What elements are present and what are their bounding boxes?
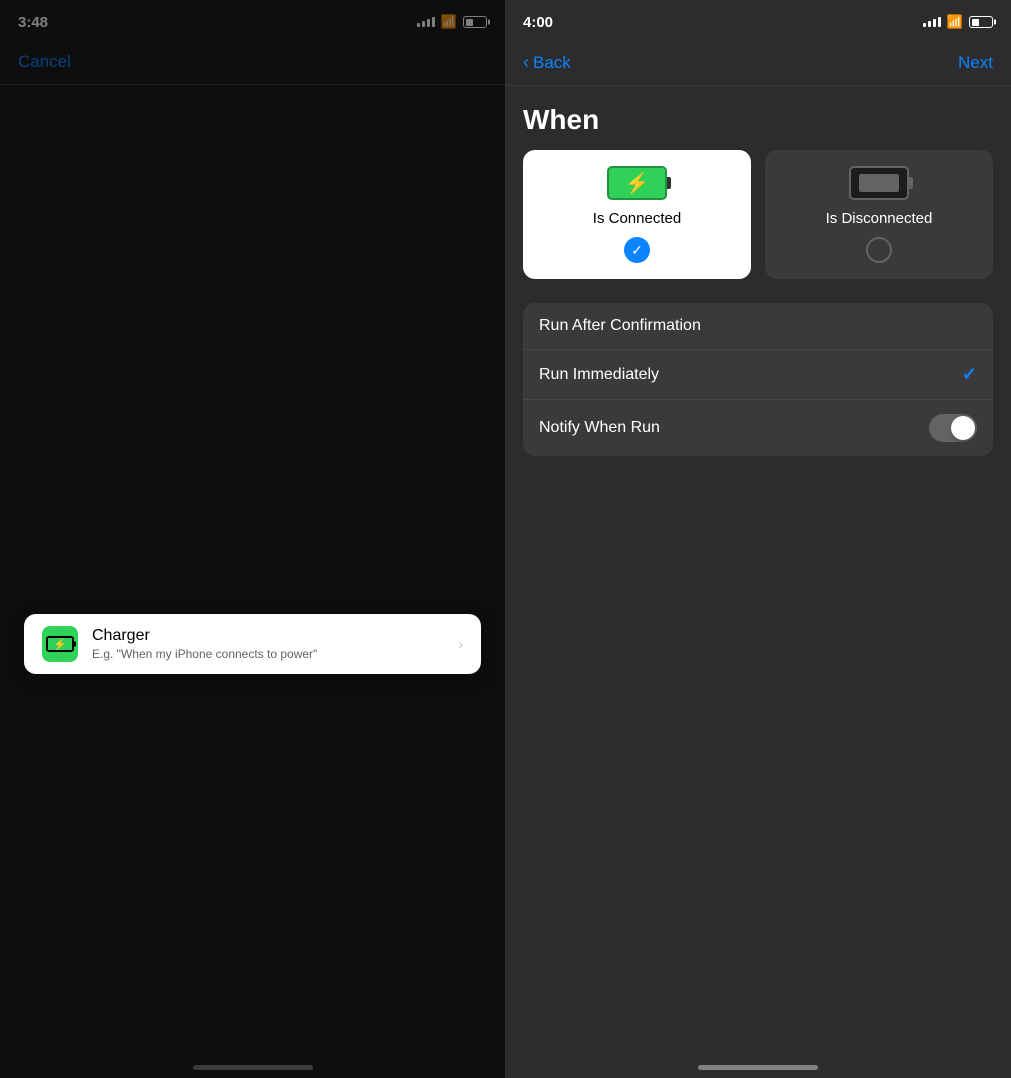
back-chevron-icon: ‹ <box>523 52 529 73</box>
right-header: ‹ Back Next <box>505 44 1011 86</box>
right-home-indicator <box>698 1065 818 1070</box>
charger-icon: ⚡ <box>42 626 78 662</box>
run-after-confirmation-row[interactable]: Run After Confirmation <box>523 303 993 350</box>
next-button[interactable]: Next <box>958 53 993 73</box>
right-battery-status-icon <box>969 16 993 28</box>
is-disconnected-label: Is Disconnected <box>826 210 933 227</box>
is-disconnected-option[interactable]: Is Disconnected <box>765 150 993 279</box>
when-title: When <box>505 86 1011 150</box>
charger-subtitle: E.g. "When my iPhone connects to power" <box>92 647 458 661</box>
charger-list-item[interactable]: ⚡ Charger E.g. "When my iPhone connects … <box>24 614 481 674</box>
notify-when-run-toggle[interactable] <box>929 414 977 442</box>
battery-options: ⚡ Is Connected ✓ Is Disconnected <box>505 150 1011 279</box>
charging-battery-icon: ⚡ <box>607 166 667 200</box>
dim-overlay <box>0 0 505 1078</box>
settings-section: Run After Confirmation Run Immediately ✓… <box>523 303 993 456</box>
run-immediately-label: Run Immediately <box>539 366 659 384</box>
back-button[interactable]: ‹ Back <box>523 52 571 73</box>
back-label: Back <box>533 53 571 73</box>
disconnected-battery-icon <box>849 166 909 200</box>
right-wifi-icon: 📶 <box>947 14 963 30</box>
charger-chevron: › <box>458 636 463 652</box>
right-status-time: 4:00 <box>523 14 553 31</box>
charger-title: Charger <box>92 627 458 645</box>
right-signal-icon <box>923 17 941 27</box>
run-immediately-row[interactable]: Run Immediately ✓ <box>523 350 993 400</box>
run-after-confirmation-label: Run After Confirmation <box>539 317 701 335</box>
is-connected-label: Is Connected <box>593 210 681 227</box>
is-connected-option[interactable]: ⚡ Is Connected ✓ <box>523 150 751 279</box>
right-panel: 4:00 📶 ‹ Back Next When ⚡ <box>505 0 1011 1078</box>
connected-check-icon: ✓ <box>624 237 650 263</box>
notify-when-run-label: Notify When Run <box>539 419 660 437</box>
disconnected-radio-icon <box>866 237 892 263</box>
right-status-bar: 4:00 📶 <box>505 0 1011 44</box>
run-immediately-check-icon: ✓ <box>962 364 977 385</box>
notify-when-run-row[interactable]: Notify When Run <box>523 400 993 456</box>
right-status-icons: 📶 <box>923 14 993 30</box>
left-panel: 3:48 📶 Cancel ⚡ C <box>0 0 505 1078</box>
